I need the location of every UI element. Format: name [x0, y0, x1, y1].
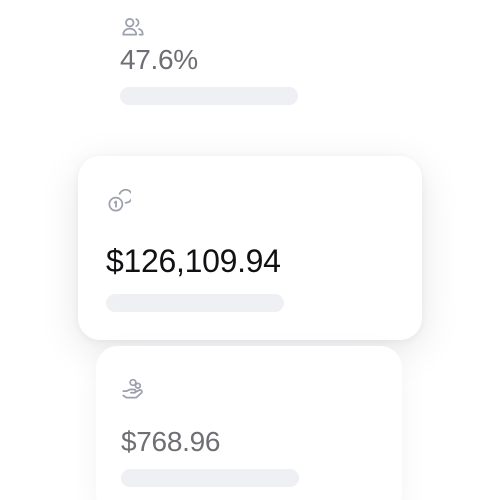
stat-placeholder-bar	[106, 294, 284, 312]
users-icon	[120, 14, 146, 40]
stat-value: $126,109.94	[106, 243, 281, 279]
stat-placeholder-bar	[120, 87, 298, 105]
stat-card-coins[interactable]: $126,109.94	[78, 156, 422, 340]
stat-value: 47.6%	[120, 44, 198, 75]
stat-value: $768.96	[121, 426, 221, 457]
stat-placeholder-bar	[121, 469, 299, 487]
stat-card-hand-coins[interactable]: $768.96	[96, 346, 402, 500]
coins-icon	[105, 189, 131, 215]
stat-card-users[interactable]: 47.6%	[98, 0, 328, 140]
stats-carousel: 47.6% $126,109.94 $768.96	[0, 0, 500, 500]
hand-coins-icon	[120, 376, 146, 402]
